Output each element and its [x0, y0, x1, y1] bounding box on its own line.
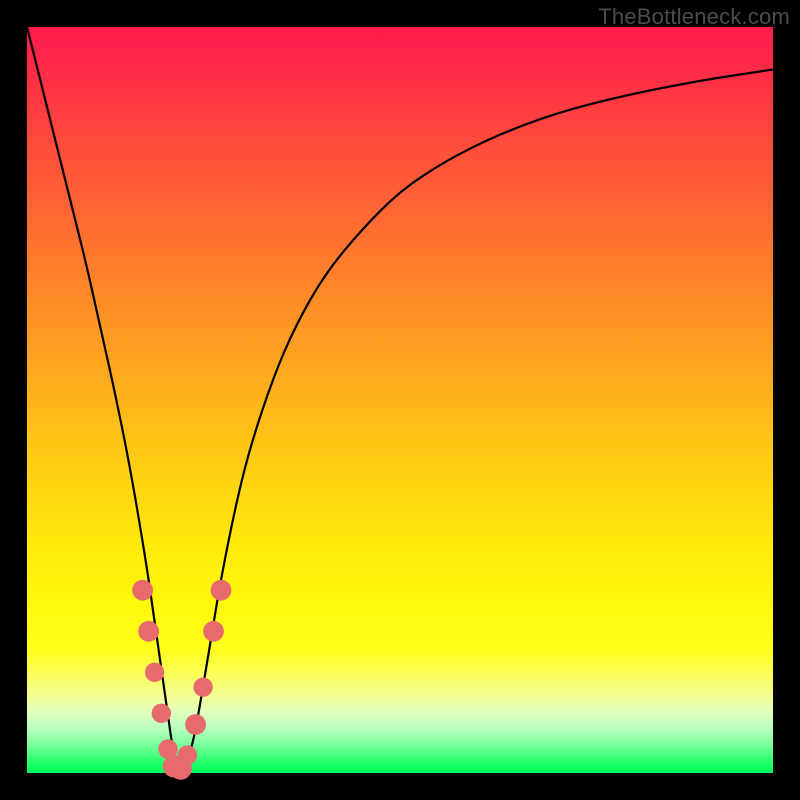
data-marker: [193, 678, 212, 697]
data-marker: [178, 745, 197, 764]
data-marker: [132, 580, 153, 601]
data-marker: [138, 621, 159, 642]
watermark-text: TheBottleneck.com: [598, 4, 790, 30]
data-marker: [152, 704, 171, 723]
chart-overlay: [27, 27, 773, 773]
chart-frame: TheBottleneck.com: [0, 0, 800, 800]
data-marker: [203, 621, 224, 642]
data-marker: [211, 580, 232, 601]
data-marker: [145, 663, 164, 682]
data-marker: [185, 714, 206, 735]
bottleneck-curve-path: [27, 27, 773, 771]
